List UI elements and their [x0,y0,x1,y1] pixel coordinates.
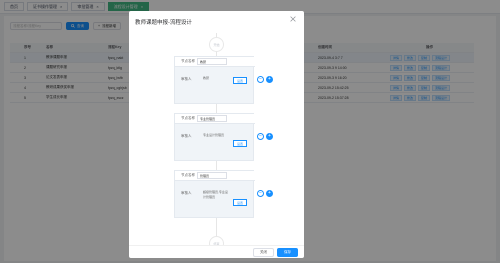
node-name-label: 节点名称 [181,59,195,63]
minus-icon: − [259,76,262,82]
flow-end-node: 结束 [209,236,224,245]
save-button[interactable]: 保存 [277,248,298,257]
node-controls: − + [257,190,273,197]
dialog-header: 教师课题申报-流程设计 [129,11,304,33]
node-controls: − + [257,76,273,83]
plus-icon: + [268,76,271,82]
node-name-input[interactable]: 管理员 [197,172,227,179]
add-node-button[interactable]: + [266,133,273,140]
approver-value: 专业设计管理员 [203,133,225,137]
set-approver-button[interactable]: 设置 [233,77,247,84]
node-name-input[interactable]: 教研 [197,58,227,65]
add-node-button[interactable]: + [266,190,273,197]
node-name-label: 节点名称 [181,116,195,120]
set-approver-button[interactable]: 设置 [233,140,247,147]
approver-value: 教研 [203,76,210,80]
process-design-dialog: 教师课题申报-流程设计 开始 节点名称 教研 审核人 教研 设置 − + 节点名称… [129,11,304,258]
remove-node-button[interactable]: − [257,76,264,83]
remove-node-button[interactable]: − [257,133,264,140]
add-node-button[interactable]: + [266,76,273,83]
node-name-row: 节点名称 专业管理员 [175,114,255,124]
set-approver-button[interactable]: 设置 [233,199,247,206]
remove-node-button[interactable]: − [257,190,264,197]
approver-label: 审核人 [181,134,192,138]
minus-icon: − [259,133,262,139]
minus-icon: − [259,190,262,196]
approval-node[interactable]: 节点名称 管理员 审核人 超级管理员,专业设计管理员 设置 [174,170,255,218]
node-name-row: 节点名称 教研 [175,57,255,67]
dialog-footer: 关闭 保存 [129,245,304,258]
plus-icon: + [268,133,271,139]
plus-icon: + [268,190,271,196]
node-controls: − + [257,133,273,140]
node-name-row: 节点名称 管理员 [175,171,255,181]
approver-value: 超级管理员,专业设计管理员 [203,190,228,199]
approval-node[interactable]: 节点名称 专业管理员 审核人 专业设计管理员 设置 [174,113,255,161]
flow-start-node: 开始 [209,37,224,52]
node-name-input[interactable]: 专业管理员 [197,115,227,122]
approver-label: 审核人 [181,191,192,195]
node-name-label: 节点名称 [181,173,195,177]
approval-node[interactable]: 节点名称 教研 审核人 教研 设置 [174,56,255,104]
flow-canvas: 开始 节点名称 教研 审核人 教研 设置 − + 节点名称 专业管理员 审核人 专… [129,33,304,245]
approver-label: 审核人 [181,77,192,81]
dialog-title: 教师课题申报-流程设计 [135,20,192,26]
close-button[interactable]: 关闭 [253,248,274,257]
close-icon[interactable] [290,16,296,22]
